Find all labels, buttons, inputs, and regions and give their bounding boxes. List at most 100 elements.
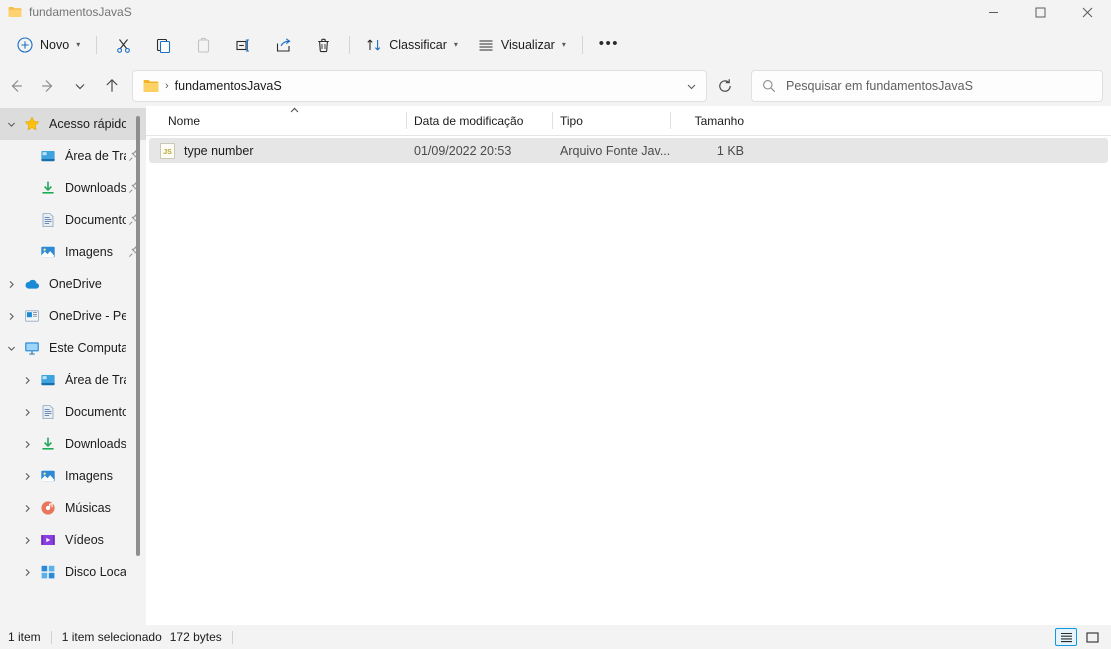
chevron-right-icon[interactable]	[16, 471, 38, 482]
details-view-button[interactable]	[1055, 628, 1077, 646]
search-input[interactable]: Pesquisar em fundamentosJavaS	[786, 79, 973, 93]
rename-icon	[235, 37, 252, 54]
window-controls	[970, 0, 1111, 24]
sidebar-item-onedrive[interactable]: OneDrive	[0, 268, 146, 300]
cut-button[interactable]	[104, 29, 142, 61]
chevron-right-icon[interactable]	[16, 407, 38, 418]
copy-icon	[155, 37, 172, 54]
search-box[interactable]: Pesquisar em fundamentosJavaS	[751, 70, 1103, 102]
sidebar-item-m-sicas[interactable]: Músicas	[0, 492, 146, 524]
chevron-right-icon[interactable]	[16, 375, 38, 386]
sidebar-item-disco-local-c[interactable]: Disco Local (C:)	[0, 556, 146, 588]
new-button-label: Novo	[40, 38, 70, 52]
file-explorer-window: fundamentosJavaS Novo ▾ Classificar ▾ Vi…	[0, 0, 1111, 649]
sidebar-item-documento[interactable]: Documento	[0, 204, 146, 236]
back-button[interactable]	[0, 70, 32, 102]
share-button[interactable]	[264, 29, 302, 61]
large-icons-view-button[interactable]	[1081, 628, 1103, 646]
navigation-scrollbar-thumb[interactable]	[136, 116, 140, 556]
chevron-right-icon[interactable]	[16, 567, 38, 578]
sidebar-item-downloads[interactable]: Downloads	[0, 172, 146, 204]
file-name-cell[interactable]: JS type number	[160, 142, 406, 159]
column-header-row: Nome Data de modificação Tipo Tamanho	[146, 106, 1111, 136]
chevron-right-icon[interactable]	[0, 279, 22, 290]
view-button[interactable]: Visualizar ▾	[469, 29, 575, 61]
status-divider-2	[231, 630, 233, 644]
sidebar-item-label: Documentos	[65, 405, 126, 419]
address-bar: › fundamentosJavaS Pesquisar em fundamen…	[0, 66, 1111, 106]
sidebar-item-rea-de-trab[interactable]: Área de Trab	[0, 140, 146, 172]
minimize-button[interactable]	[970, 0, 1017, 24]
navigation-list: Acesso rápido Área de Trab Downloads Docume…	[0, 106, 146, 588]
sidebar-item-label: Área de Trab	[65, 149, 126, 163]
documents-icon	[38, 404, 58, 420]
navigation-scrollbar[interactable]	[134, 110, 142, 621]
window-tab[interactable]: fundamentosJavaS	[0, 0, 142, 24]
toolbar-divider-3	[581, 36, 583, 54]
breadcrumb-dropdown-button[interactable]	[678, 72, 704, 100]
recent-locations-button[interactable]	[64, 70, 96, 102]
breadcrumb-bar[interactable]: › fundamentosJavaS	[132, 70, 707, 102]
column-header-date[interactable]: Data de modificação	[406, 106, 552, 135]
sidebar-item-rea-de-trabalh[interactable]: Área de Trabalh	[0, 364, 146, 396]
share-icon	[275, 37, 292, 54]
search-icon	[762, 79, 776, 93]
star-icon	[22, 116, 42, 132]
documents-icon	[38, 212, 58, 228]
sidebar-item-acesso-r-pido[interactable]: Acesso rápido	[0, 108, 146, 140]
sidebar-item-onedrive-perso[interactable]: OneDrive - Perso	[0, 300, 146, 332]
close-button[interactable]	[1064, 0, 1111, 24]
column-header-type[interactable]: Tipo	[552, 106, 670, 135]
sort-button[interactable]: Classificar ▾	[357, 29, 467, 61]
view-toggle-group	[1055, 628, 1103, 646]
copy-button[interactable]	[144, 29, 182, 61]
refresh-button[interactable]	[709, 70, 741, 102]
sidebar-item-label: OneDrive	[49, 277, 102, 291]
onedrive-cloud-icon	[22, 276, 42, 292]
breadcrumb-current[interactable]: fundamentosJavaS	[175, 79, 282, 93]
videos-icon	[38, 532, 58, 548]
chevron-right-icon[interactable]	[16, 439, 38, 450]
toolbar-divider	[96, 36, 98, 54]
delete-button[interactable]	[304, 29, 342, 61]
sidebar-item-label: Downloads	[65, 181, 126, 195]
onedrive-personal-icon	[22, 308, 42, 324]
new-button[interactable]: Novo ▾	[8, 29, 89, 61]
sidebar-item-label: Documento	[65, 213, 126, 227]
download-icon	[38, 180, 58, 196]
chevron-down-icon[interactable]	[0, 343, 22, 354]
sidebar-item-label: Área de Trabalh	[65, 373, 126, 387]
chevron-down-icon[interactable]	[0, 119, 22, 130]
sidebar-item-documentos[interactable]: Documentos	[0, 396, 146, 428]
folder-icon	[8, 6, 22, 18]
tab-title: fundamentosJavaS	[29, 5, 132, 19]
file-rows: JS type number 01/09/2022 20:53 Arquivo Fon…	[146, 136, 1111, 625]
download-icon	[38, 436, 58, 452]
sidebar-item-downloads[interactable]: Downloads	[0, 428, 146, 460]
maximize-button[interactable]	[1017, 0, 1064, 24]
column-header-name-label: Nome	[168, 113, 201, 128]
paste-button[interactable]	[184, 29, 222, 61]
sidebar-item-imagens[interactable]: Imagens	[0, 236, 146, 268]
chevron-right-icon[interactable]	[16, 535, 38, 546]
chevron-right-icon[interactable]	[16, 503, 38, 514]
sidebar-item-imagens[interactable]: Imagens	[0, 460, 146, 492]
column-header-name[interactable]: Nome	[160, 106, 406, 135]
sidebar-item-v-deos[interactable]: Vídeos	[0, 524, 146, 556]
column-header-size[interactable]: Tamanho	[670, 106, 752, 135]
more-options-button[interactable]: •••	[590, 29, 628, 61]
table-row[interactable]: JS type number 01/09/2022 20:53 Arquivo Fon…	[149, 138, 1108, 163]
status-item-count: 1 item	[8, 630, 41, 644]
sort-arrows-icon	[366, 37, 382, 53]
file-type-cell: Arquivo Fonte Jav...	[560, 143, 670, 158]
forward-button[interactable]	[32, 70, 64, 102]
chevron-right-icon[interactable]	[0, 311, 22, 322]
sidebar-item-label: Este Computado	[49, 341, 126, 355]
rename-button[interactable]	[224, 29, 262, 61]
sidebar-item-este-computado[interactable]: Este Computado	[0, 332, 146, 364]
breadcrumb[interactable]: › fundamentosJavaS	[143, 79, 678, 93]
up-button[interactable]	[96, 70, 128, 102]
details-view-icon	[1060, 632, 1073, 643]
chevron-down-icon: ▾	[76, 40, 81, 49]
drive-icon	[38, 564, 58, 580]
